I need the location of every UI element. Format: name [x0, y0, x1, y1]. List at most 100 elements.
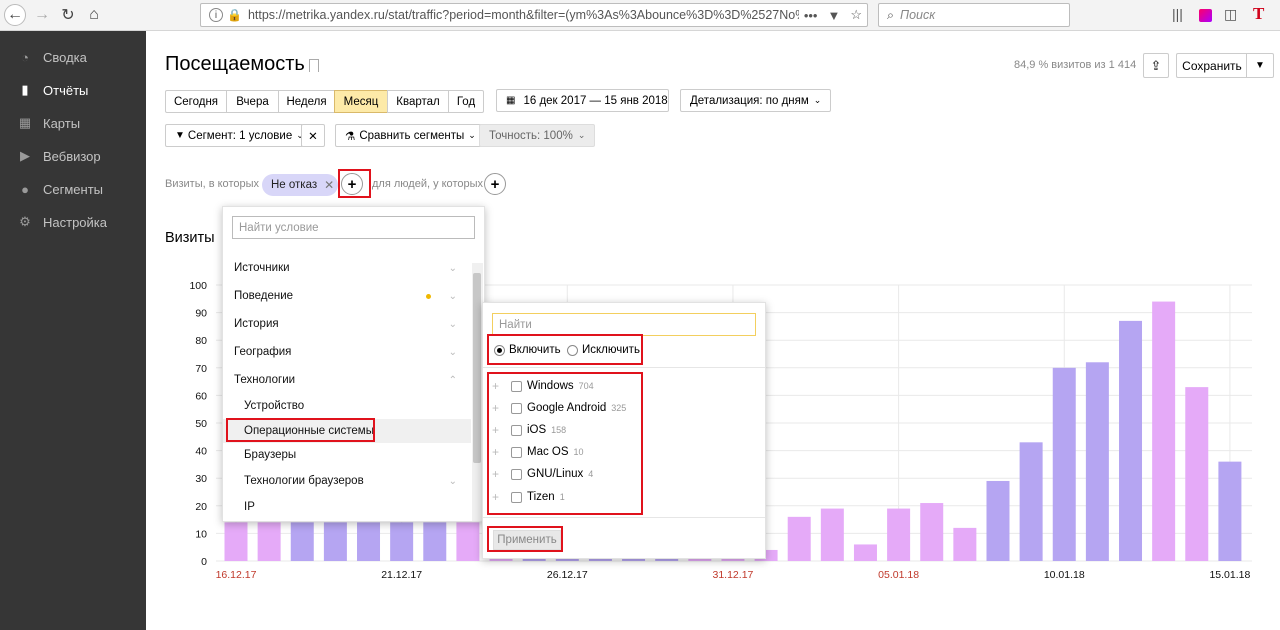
- os-option-ios[interactable]: + iOS 158: [492, 419, 566, 441]
- apply-button[interactable]: Применить: [493, 530, 561, 550]
- segment-clear-button[interactable]: ✕: [301, 124, 325, 147]
- sidebar-item-maps[interactable]: ▦ Карты: [0, 112, 146, 134]
- os-name: GNU/Linux: [527, 468, 584, 480]
- menu-item-geography[interactable]: География ⌄: [223, 340, 471, 364]
- detail-label: Детализация: по дням: [690, 94, 809, 107]
- add-people-condition-button[interactable]: +: [484, 173, 506, 195]
- expand-icon[interactable]: +: [492, 379, 502, 393]
- menu-item-behavior[interactable]: Поведение ⌄: [223, 284, 471, 308]
- radio-unchecked-icon: [567, 344, 578, 356]
- sidebar-item-summary[interactable]: ◔ Сводка: [0, 46, 146, 68]
- expand-icon[interactable]: +: [492, 467, 502, 481]
- chart-bar: [323, 522, 347, 561]
- export-icon: ⇪: [1150, 57, 1162, 73]
- period-year[interactable]: Год: [448, 90, 484, 113]
- menu-subitem-os[interactable]: Операционные системы: [223, 419, 471, 443]
- x-tick-label: 16.12.17: [216, 569, 257, 581]
- period-quarter[interactable]: Квартал: [387, 90, 449, 113]
- chevron-down-icon: ⌄: [813, 95, 822, 105]
- page-actions-icon[interactable]: •••: [804, 8, 818, 23]
- expand-icon[interactable]: +: [492, 423, 502, 437]
- os-count: 10: [573, 447, 584, 457]
- chart-bar: [1052, 367, 1076, 561]
- segment-dropdown[interactable]: ▼Сегмент: 1 условие⌄: [165, 124, 304, 147]
- checkbox[interactable]: [511, 424, 522, 436]
- visits-filter-label: Визиты, в которых: [165, 178, 259, 190]
- save-menu-button[interactable]: ▼: [1246, 53, 1274, 78]
- period-today[interactable]: Сегодня: [165, 90, 227, 113]
- detail-dropdown[interactable]: Детализация: по дням ⌄: [680, 89, 832, 112]
- accuracy-dropdown[interactable]: Точность: 100% ⌄: [479, 124, 596, 147]
- library-icon[interactable]: |||: [1172, 6, 1183, 22]
- menu-item-label: Устройство: [244, 400, 305, 412]
- segments-icon: ●: [21, 181, 29, 197]
- checkbox[interactable]: [511, 491, 522, 503]
- condition-search-input[interactable]: Найти условие: [232, 216, 475, 239]
- os-option-windows[interactable]: + Windows 704: [492, 375, 594, 397]
- sidebar-toggle-icon[interactable]: ◫: [1224, 6, 1237, 23]
- menu-item-label: IP: [244, 501, 255, 513]
- translate-ext-icon[interactable]: T: [1253, 4, 1264, 24]
- os-filter-panel: Найти Включить Исключить + Windows 704 + Go…: [482, 302, 766, 559]
- pocket-icon[interactable]: ▼: [827, 8, 840, 23]
- checkbox[interactable]: [511, 446, 522, 458]
- checkbox[interactable]: [511, 402, 522, 414]
- menu-subitem-browsers[interactable]: Браузеры: [223, 443, 471, 467]
- y-tick-label: 20: [195, 501, 207, 513]
- bookmark-star-icon[interactable]: ☆: [850, 7, 862, 23]
- back-icon[interactable]: ←: [4, 4, 26, 26]
- period-week[interactable]: Неделя: [278, 90, 335, 113]
- home-icon[interactable]: ⌂: [83, 4, 105, 26]
- exclude-radio[interactable]: Исключить: [567, 344, 640, 356]
- search-input[interactable]: ⌕ Поиск: [878, 3, 1070, 27]
- checkbox[interactable]: [511, 380, 522, 392]
- search-placeholder: Поиск: [900, 8, 936, 22]
- os-name: Tizen: [527, 491, 555, 503]
- search-icon: ⌕: [887, 7, 895, 22]
- menu-item-label: Технологии: [234, 374, 296, 386]
- save-button[interactable]: Сохранить: [1176, 53, 1247, 78]
- export-button[interactable]: ⇪: [1143, 53, 1169, 78]
- address-bar[interactable]: i 🔒 https://metrika.yandex.ru/stat/traff…: [200, 3, 868, 27]
- info-icon[interactable]: i: [209, 8, 223, 22]
- sidebar-item-settings[interactable]: ⚙ Настройка: [0, 211, 146, 233]
- os-search-input[interactable]: Найти: [492, 313, 756, 336]
- close-icon[interactable]: ✕: [324, 178, 334, 192]
- reload-icon[interactable]: ↻: [57, 4, 79, 26]
- scrollbar-thumb[interactable]: [473, 273, 481, 463]
- extension-icon[interactable]: [1199, 9, 1212, 22]
- bookmark-icon[interactable]: [309, 59, 319, 72]
- filter-chip[interactable]: Не отказ ✕: [262, 174, 338, 196]
- os-option-android[interactable]: + Google Android 325: [492, 397, 626, 419]
- os-option-linux[interactable]: + GNU/Linux 4: [492, 463, 593, 485]
- period-month[interactable]: Месяц: [334, 90, 388, 113]
- menu-item-sources[interactable]: Источники ⌄: [223, 256, 471, 280]
- expand-icon[interactable]: +: [492, 490, 502, 504]
- compare-segments-button[interactable]: ⚗ Сравнить сегменты ⌄: [335, 124, 486, 147]
- add-condition-button[interactable]: +: [341, 173, 363, 195]
- menu-subitem-device[interactable]: Устройство: [223, 394, 471, 418]
- checkbox[interactable]: [511, 468, 522, 480]
- period-yesterday[interactable]: Вчера: [226, 90, 279, 113]
- chart-bar: [1218, 461, 1242, 561]
- forward-icon[interactable]: →: [31, 4, 53, 26]
- menu-subitem-ip[interactable]: IP: [223, 495, 471, 519]
- chart-bar: [787, 516, 811, 561]
- date-range-button[interactable]: ▦ 16 дек 2017 — 15 янв 2018: [496, 89, 669, 112]
- expand-icon[interactable]: +: [492, 401, 502, 415]
- y-tick-label: 10: [195, 528, 207, 540]
- menu-item-technologies[interactable]: Технологии ⌃: [223, 368, 471, 392]
- os-option-macos[interactable]: + Mac OS 10: [492, 441, 584, 463]
- chevron-down-icon: ⌄: [448, 346, 457, 358]
- sidebar-item-webvisor[interactable]: ▶ Вебвизор: [0, 145, 146, 167]
- menu-subitem-browser-tech[interactable]: Технологии браузеров ⌄: [223, 469, 471, 493]
- os-option-tizen[interactable]: + Tizen 1: [492, 486, 565, 508]
- sidebar-item-label: Карты: [43, 115, 81, 131]
- chevron-down-icon: ⌄: [448, 318, 457, 330]
- sidebar-item-segments[interactable]: ● Сегменты: [0, 178, 146, 200]
- expand-icon[interactable]: +: [492, 445, 502, 459]
- menu-item-history[interactable]: История ⌄: [223, 312, 471, 336]
- include-radio[interactable]: Включить: [494, 344, 561, 356]
- sidebar-item-reports[interactable]: ▮ Отчёты: [0, 79, 146, 101]
- url-text: https://metrika.yandex.ru/stat/traffic?p…: [247, 8, 799, 22]
